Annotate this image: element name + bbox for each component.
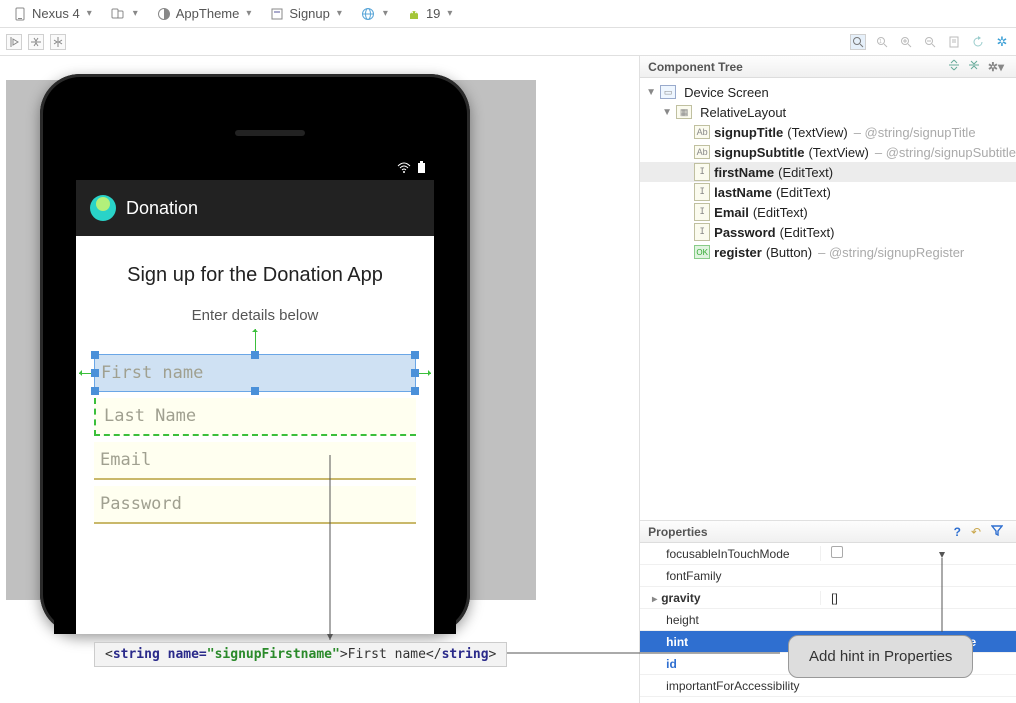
prop-gravity[interactable]: gravity[] — [640, 587, 1016, 609]
zoom-toolbar: 1 ✲ — [0, 28, 1016, 56]
checkbox-icon[interactable] — [831, 546, 843, 558]
tree-header: Component Tree ✲▾ — [640, 56, 1016, 78]
orientation-selector[interactable] — [104, 3, 144, 25]
api-label: 19 — [426, 6, 440, 21]
undo-icon[interactable]: ↶ — [966, 525, 986, 539]
collapse-icon[interactable] — [964, 59, 984, 74]
tree-gear-icon[interactable]: ✲▾ — [984, 60, 1008, 74]
firstname-hint: First name — [101, 363, 203, 383]
gear-icon[interactable]: ✲ — [994, 34, 1010, 50]
expand-icon[interactable] — [944, 59, 964, 74]
zoom-actual-icon[interactable]: 1 — [874, 34, 890, 50]
device-label: Nexus 4 — [32, 6, 80, 21]
widget-icon: I — [694, 203, 710, 221]
signup-title[interactable]: Sign up for the Donation App — [94, 264, 416, 287]
app-bar: Donation — [76, 180, 434, 236]
layout-surface[interactable]: Sign up for the Donation App Enter detai… — [76, 236, 434, 634]
api-selector[interactable]: 19 — [400, 3, 459, 25]
theme-icon — [156, 6, 172, 22]
android-icon — [406, 6, 422, 22]
widget-icon: I — [694, 163, 710, 181]
widget-icon: I — [694, 183, 710, 201]
tree-root[interactable]: ▼ ▭ Device Screen — [640, 82, 1016, 102]
theme-selector[interactable]: AppTheme — [150, 3, 258, 25]
orientation-icon — [110, 6, 126, 22]
designer-root: Nexus 4 AppTheme Signup 19 — [0, 0, 1016, 703]
password-hint: Password — [100, 494, 182, 514]
tree-item-signupTitle[interactable]: AbsignupTitle (TextView) – @string/signu… — [640, 122, 1016, 142]
config-toolbar: Nexus 4 AppTheme Signup 19 — [0, 0, 1016, 28]
tree-item-Email[interactable]: IEmail (EditText) — [640, 202, 1016, 222]
screen-icon — [269, 6, 285, 22]
device-icon: ▭ — [660, 85, 676, 99]
password-field[interactable]: Password — [94, 486, 416, 524]
widget-icon: OK — [694, 245, 710, 259]
globe-icon — [360, 6, 376, 22]
widget-icon: Ab — [694, 145, 710, 159]
lastname-hint: Last Name — [104, 406, 196, 426]
design-canvas[interactable]: Donation Sign up for the Donation App En… — [0, 56, 639, 703]
zoom-out-icon[interactable] — [922, 34, 938, 50]
prop-focusableInTouchMode[interactable]: focusableInTouchMode — [640, 543, 1016, 565]
filter-icon[interactable] — [986, 524, 1008, 539]
email-field[interactable]: Email — [94, 442, 416, 480]
locale-selector[interactable] — [354, 3, 394, 25]
string-xml-callout: <string name="signupFirstname">First nam… — [94, 642, 507, 667]
hint-callout-text: Add hint in Properties — [809, 648, 952, 665]
tree-item-signupSubtitle[interactable]: AbsignupSubtitle (TextView) – @string/si… — [640, 142, 1016, 162]
tree-item-Password[interactable]: IPassword (EditText) — [640, 222, 1016, 242]
props-header: Properties ? ↶ — [640, 521, 1016, 543]
prop-height[interactable]: height — [640, 609, 1016, 631]
screen-label: Signup — [289, 6, 329, 21]
zoom-fit-icon[interactable] — [850, 34, 866, 50]
widget-icon: I — [694, 223, 710, 241]
refresh-icon[interactable] — [970, 34, 986, 50]
align-left-icon[interactable] — [6, 34, 22, 50]
app-icon — [90, 195, 116, 221]
signup-subtitle[interactable]: Enter details below — [94, 307, 416, 324]
widget-icon: Ab — [694, 125, 710, 139]
tree-item-register[interactable]: OKregister (Button) – @string/signupRegi… — [640, 242, 1016, 262]
prop-importantForAccessibility[interactable]: importantForAccessibility — [640, 675, 1016, 697]
help-icon[interactable]: ? — [949, 525, 966, 539]
lastname-field[interactable]: Last Name — [94, 398, 416, 436]
email-hint: Email — [100, 450, 151, 470]
props-table[interactable]: focusableInTouchModefontFamilygravity[]h… — [640, 543, 1016, 703]
tree-layout[interactable]: ▼ ▦ RelativeLayout — [640, 102, 1016, 122]
hint-callout-bubble: Add hint in Properties — [788, 635, 973, 678]
screen-selector[interactable]: Signup — [263, 3, 348, 25]
tree-item-lastName[interactable]: IlastName (EditText) — [640, 182, 1016, 202]
page-icon[interactable] — [946, 34, 962, 50]
wifi-icon — [397, 162, 411, 177]
svg-text:1: 1 — [879, 39, 882, 45]
phone-frame: Donation Sign up for the Donation App En… — [40, 74, 470, 634]
layout-icon: ▦ — [676, 105, 692, 119]
status-bar — [76, 158, 434, 180]
phone-icon — [12, 6, 28, 22]
app-title: Donation — [126, 198, 198, 219]
zoom-in-icon[interactable] — [898, 34, 914, 50]
props-title: Properties — [648, 525, 707, 539]
component-tree[interactable]: ▼ ▭ Device Screen ▼ ▦ RelativeLayout Abs… — [640, 78, 1016, 266]
right-panel: Component Tree ✲▾ ▼ ▭ Device Screen ▼ ▦ … — [639, 56, 1016, 703]
firstname-field-selected[interactable]: First name — [94, 354, 416, 392]
align-h-icon[interactable] — [50, 34, 66, 50]
tree-title: Component Tree — [648, 60, 743, 74]
prop-fontFamily[interactable]: fontFamily — [640, 565, 1016, 587]
battery-icon — [417, 161, 426, 177]
theme-label: AppTheme — [176, 6, 240, 21]
device-selector[interactable]: Nexus 4 — [6, 3, 98, 25]
tree-item-firstName[interactable]: IfirstName (EditText) — [640, 162, 1016, 182]
align-v-icon[interactable] — [28, 34, 44, 50]
